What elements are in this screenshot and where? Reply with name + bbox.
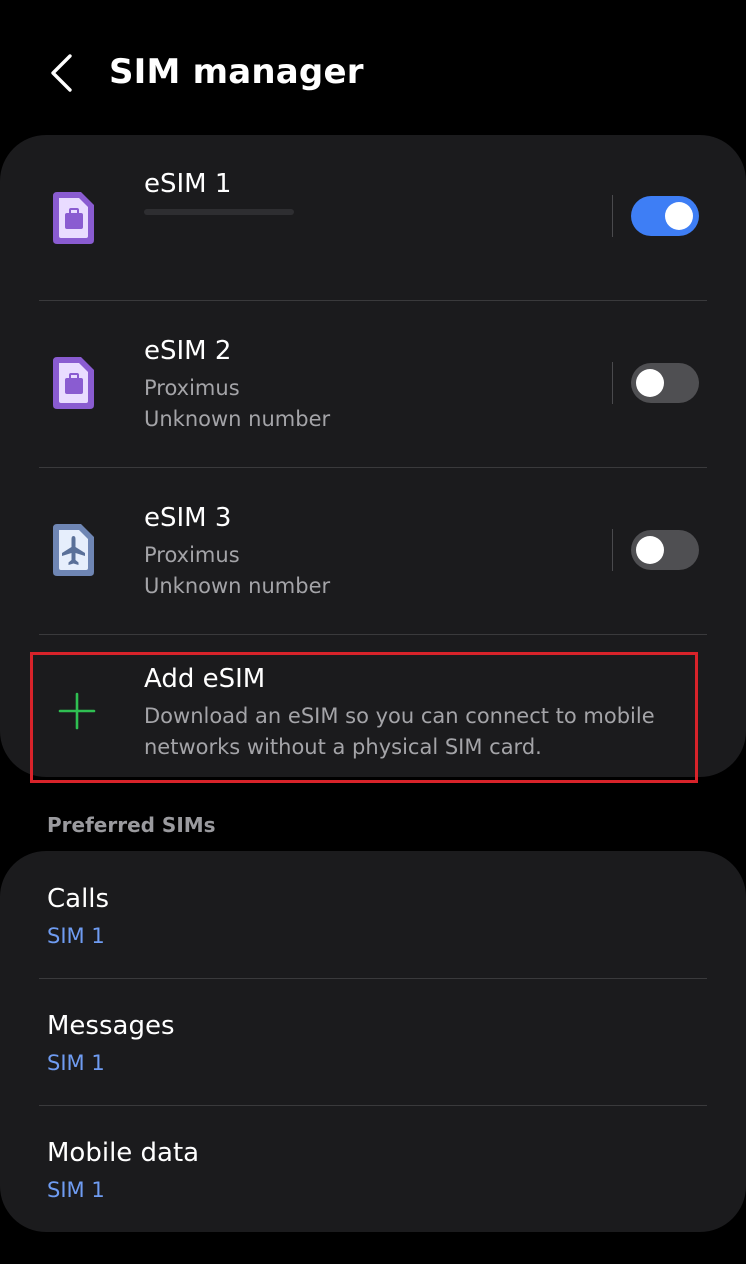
sim-manager-screen: SIM manager eSIM 1 eSIM 2 Proximus Unkno…: [0, 0, 746, 1264]
sim-airplane-icon: [53, 524, 94, 576]
sim-row-esim-1[interactable]: eSIM 1: [0, 135, 746, 300]
sim-work-icon: [53, 192, 94, 244]
preferred-mobile-data-item[interactable]: Mobile data SIM 1: [0, 1106, 746, 1232]
sim-row-esim-3[interactable]: eSIM 3 Proximus Unknown number: [0, 468, 746, 634]
esim-2-toggle[interactable]: [631, 363, 699, 403]
app-header: SIM manager: [0, 0, 746, 135]
redacted-number: [144, 209, 294, 215]
sim-carrier: Proximus: [144, 543, 240, 567]
back-button[interactable]: [38, 48, 84, 98]
chevron-left-icon: [51, 54, 72, 92]
sim-name: eSIM 1: [144, 169, 232, 199]
preferred-item-label: Messages: [47, 1011, 175, 1041]
preferred-calls-item[interactable]: Calls SIM 1: [0, 852, 746, 978]
toggle-knob: [636, 536, 664, 564]
vertical-divider: [612, 529, 613, 571]
sim-name: eSIM 2: [144, 336, 232, 366]
sim-work-icon: [53, 357, 94, 409]
sim-carrier: Proximus: [144, 376, 240, 400]
preferred-item-label: Mobile data: [47, 1138, 200, 1168]
toggle-knob: [636, 369, 664, 397]
esim-3-toggle[interactable]: [631, 530, 699, 570]
preferred-item-value: SIM 1: [47, 1178, 105, 1202]
page-title: SIM manager: [109, 52, 364, 92]
section-label-preferred-sims: Preferred SIMs: [47, 813, 216, 837]
sim-number: Unknown number: [144, 574, 331, 598]
preferred-item-value: SIM 1: [47, 924, 105, 948]
highlight-box: [30, 652, 698, 783]
vertical-divider: [612, 195, 613, 237]
preferred-messages-item[interactable]: Messages SIM 1: [0, 979, 746, 1105]
sim-row-esim-2[interactable]: eSIM 2 Proximus Unknown number: [0, 301, 746, 467]
preferred-item-label: Calls: [47, 884, 110, 914]
divider: [39, 634, 707, 635]
toggle-knob: [665, 202, 693, 230]
preferred-item-value: SIM 1: [47, 1051, 105, 1075]
sim-name: eSIM 3: [144, 503, 232, 533]
sim-number: Unknown number: [144, 407, 331, 431]
vertical-divider: [612, 362, 613, 404]
esim-1-toggle[interactable]: [631, 196, 699, 236]
